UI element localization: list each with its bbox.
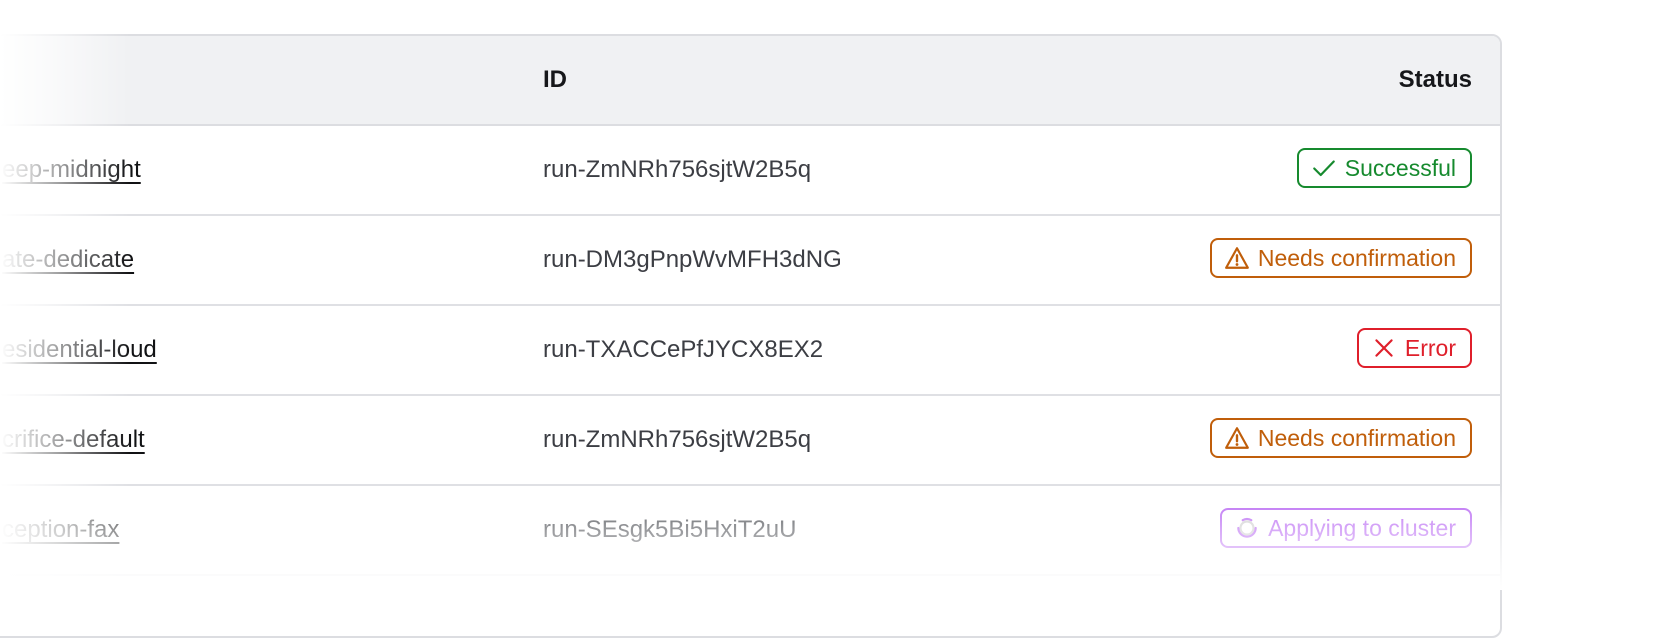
status-badge-error: Error bbox=[1356, 328, 1472, 368]
table-header: ID Status bbox=[0, 36, 1500, 126]
run-name-link[interactable]: ate-dedicate bbox=[2, 216, 134, 304]
run-name-link[interactable]: ception-fax bbox=[2, 486, 119, 574]
run-id: run-ZmNRh756sjtW2B5q bbox=[543, 156, 812, 183]
run-name-link[interactable]: eep-midnight bbox=[2, 126, 141, 214]
warning-triangle-icon bbox=[1224, 247, 1249, 269]
spinner-icon bbox=[1237, 517, 1257, 538]
status-badge-successful: Successful bbox=[1296, 148, 1472, 188]
table-row: ate-dedicate run-DM3gPnpWvMFH3dNG Needs … bbox=[0, 216, 1500, 306]
table-row: crifice-default run-ZmNRh756sjtW2B5q Nee… bbox=[0, 396, 1500, 486]
run-id: run-ZmNRh756sjtW2B5q bbox=[543, 426, 812, 453]
status-badge-needs-confirmation: Needs confirmation bbox=[1209, 238, 1472, 278]
table-row: eep-midnight run-ZmNRh756sjtW2B5q Succes… bbox=[0, 126, 1500, 216]
column-header-id[interactable]: ID bbox=[543, 36, 567, 124]
status-badge-applying: Applying to cluster bbox=[1220, 508, 1472, 548]
check-icon bbox=[1312, 160, 1335, 177]
status-label: Needs confirmation bbox=[1257, 424, 1456, 451]
status-label: Successful bbox=[1344, 154, 1456, 181]
runs-table: ID Status eep-midnight run-ZmNRh756sjtW2… bbox=[0, 34, 1502, 638]
x-icon bbox=[1375, 339, 1393, 357]
table-row: ception-fax run-SEsgk5Bi5HxiT2uU Applyin… bbox=[0, 486, 1500, 576]
table-row: esidential-loud run-TXACCePfJYCX8EX2 Err… bbox=[0, 306, 1500, 396]
status-label: Needs confirmation bbox=[1257, 244, 1456, 271]
status-label: Error bbox=[1404, 334, 1456, 361]
column-header-status[interactable]: Status bbox=[1399, 36, 1472, 124]
run-name-link[interactable]: crifice-default bbox=[2, 396, 145, 484]
run-id: run-DM3gPnpWvMFH3dNG bbox=[543, 246, 842, 273]
status-label: Applying to cluster bbox=[1268, 514, 1456, 541]
run-id: run-SEsgk5Bi5HxiT2uU bbox=[543, 516, 797, 543]
status-badge-needs-confirmation: Needs confirmation bbox=[1209, 418, 1472, 458]
run-id: run-TXACCePfJYCX8EX2 bbox=[543, 336, 824, 363]
run-name-link[interactable]: esidential-loud bbox=[2, 306, 157, 394]
warning-triangle-icon bbox=[1224, 427, 1249, 449]
